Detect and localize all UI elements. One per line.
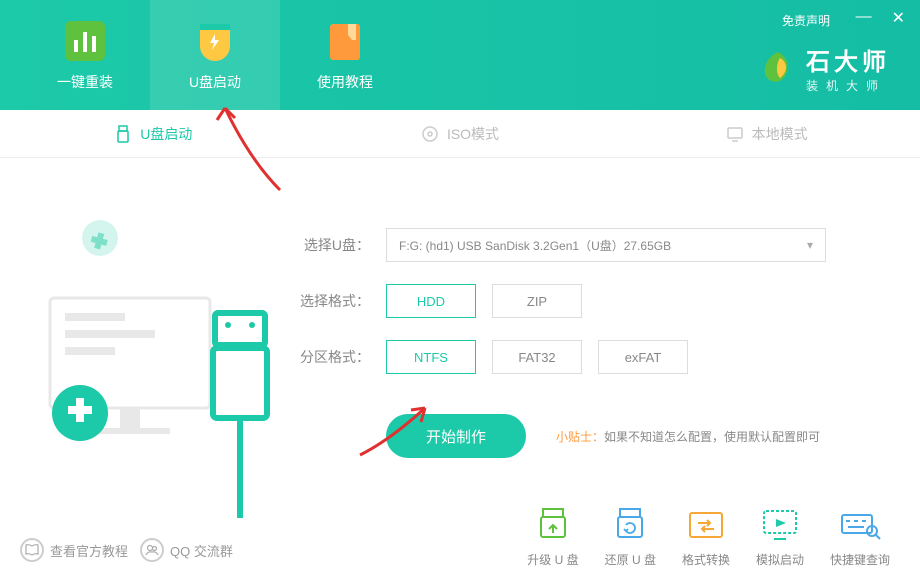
disc-icon [421, 125, 439, 143]
usb-up-icon [529, 507, 577, 545]
brand-title: 石大师 [806, 42, 890, 77]
sub-tab-iso-label: ISO模式 [447, 124, 499, 144]
brand-logo-icon [758, 48, 798, 88]
tip-text: 小贴士：如果不知道怎么配置，使用默认配置即可 [556, 428, 820, 445]
keyboard-search-icon [836, 507, 884, 545]
minimize-button[interactable]: — [856, 8, 872, 28]
chevron-down-icon: ▾ [807, 238, 813, 252]
convert-icon [682, 507, 730, 545]
action-simulate-label: 模拟启动 [756, 551, 804, 568]
qq-group-label: QQ 交流群 [170, 541, 233, 560]
official-tutorial-link[interactable]: 查看官方教程 [20, 538, 128, 562]
sub-tab-local[interactable]: 本地模式 [613, 110, 920, 157]
action-restore-label: 还原 U 盘 [605, 551, 656, 568]
illustration-panel [0, 158, 300, 520]
sub-tab-usb[interactable]: U盘启动 [0, 110, 307, 157]
action-hotkey-label: 快捷键查询 [830, 551, 890, 568]
format-hdd[interactable]: HDD [386, 284, 476, 318]
sub-tab-usb-label: U盘启动 [140, 124, 192, 144]
sub-tab-local-label: 本地模式 [752, 124, 808, 144]
users-icon [140, 538, 164, 562]
tab-reinstall[interactable]: 一键重装 [20, 0, 150, 110]
disk-label: 选择U盘： [300, 235, 370, 255]
tab-usb-boot[interactable]: U盘启动 [150, 0, 280, 110]
disclaimer-link[interactable]: 免责声明 [782, 12, 830, 29]
monitor-icon [726, 125, 744, 143]
bar-chart-icon [62, 18, 108, 64]
partition-exfat[interactable]: exFAT [598, 340, 688, 374]
tip-label: 小贴士： [556, 430, 604, 444]
disk-select[interactable]: F:G: (hd1) USB SanDisk 3.2Gen1（U盘）27.65G… [386, 228, 826, 262]
shield-icon [192, 18, 238, 64]
action-simulate-boot[interactable]: 模拟启动 [756, 507, 804, 568]
action-restore-usb[interactable]: 还原 U 盘 [605, 507, 656, 568]
tip-content: 如果不知道怎么配置，使用默认配置即可 [604, 430, 820, 444]
action-convert-label: 格式转换 [682, 551, 730, 568]
qq-group-link[interactable]: QQ 交流群 [140, 538, 233, 562]
action-upgrade-label: 升级 U 盘 [527, 551, 578, 568]
action-convert-format[interactable]: 格式转换 [682, 507, 730, 568]
format-label: 选择格式： [300, 291, 370, 311]
usb-cycle-icon [606, 507, 654, 545]
book-icon [322, 18, 368, 64]
sub-tab-iso[interactable]: ISO模式 [307, 110, 614, 157]
partition-label: 分区格式： [300, 347, 370, 367]
monitor-play-icon [756, 507, 804, 545]
brand-subtitle: 装机大师 [806, 77, 890, 94]
disk-select-value: F:G: (hd1) USB SanDisk 3.2Gen1（U盘）27.65G… [399, 237, 671, 254]
brand: 石大师 装机大师 [758, 42, 890, 94]
action-hotkey-query[interactable]: 快捷键查询 [830, 507, 890, 568]
format-zip[interactable]: ZIP [492, 284, 582, 318]
tab-tutorial-label: 使用教程 [317, 72, 373, 92]
close-button[interactable]: ✕ [892, 8, 905, 28]
start-button[interactable]: 开始制作 [386, 414, 526, 458]
partition-fat32[interactable]: FAT32 [492, 340, 582, 374]
action-upgrade-usb[interactable]: 升级 U 盘 [527, 507, 578, 568]
tab-tutorial[interactable]: 使用教程 [280, 0, 410, 110]
usb-icon [114, 125, 132, 143]
official-tutorial-label: 查看官方教程 [50, 541, 128, 560]
tab-reinstall-label: 一键重装 [57, 72, 113, 92]
tab-usb-boot-label: U盘启动 [189, 72, 241, 92]
partition-ntfs[interactable]: NTFS [386, 340, 476, 374]
book-open-icon [20, 538, 44, 562]
